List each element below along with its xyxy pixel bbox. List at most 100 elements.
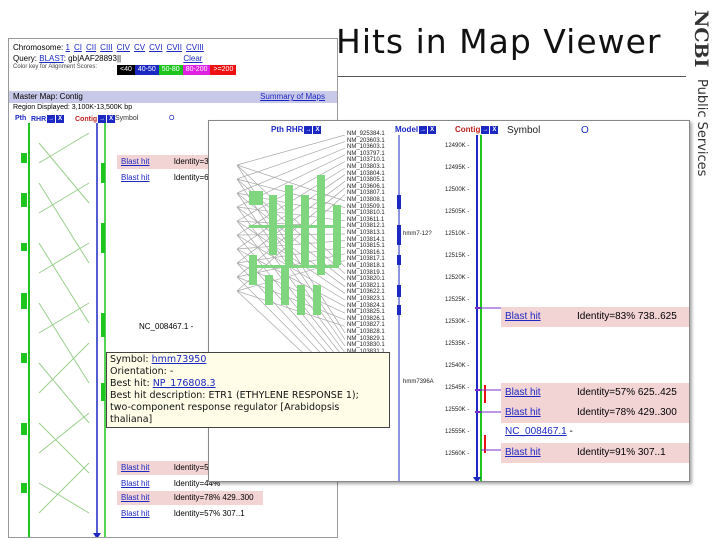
- identity-text: Identity=57% 307..1: [173, 509, 245, 518]
- summary-of-maps-link[interactable]: Summary of Maps: [260, 91, 325, 103]
- ncbi-logo-text: NCBI: [690, 10, 712, 68]
- identity-text: Identity=57% 625..425: [577, 387, 677, 398]
- accession-label[interactable]: NM_103826.1: [347, 316, 385, 322]
- blast-hit-link[interactable]: Blast hit: [505, 443, 577, 463]
- legend-swatch: 50-80: [158, 65, 183, 75]
- chromosome-link[interactable]: CV: [134, 43, 145, 52]
- coordinate-tick: 12505K -: [445, 209, 470, 215]
- blast-hit-link[interactable]: Blast hit: [505, 403, 577, 423]
- accession-label[interactable]: NM_103622.1: [347, 289, 385, 295]
- column-arrow-icon[interactable]: →: [481, 125, 490, 134]
- accession-label[interactable]: NM_103828.1: [347, 329, 385, 335]
- col-pth[interactable]: Pth: [15, 115, 26, 122]
- chromosome-link[interactable]: CIII: [100, 43, 112, 52]
- blast-hit-link[interactable]: Blast hit: [121, 173, 149, 182]
- zoom-col-pth[interactable]: Pth RHR → X: [271, 125, 322, 134]
- accession-label[interactable]: NM_103823.1: [347, 296, 385, 302]
- chromosome-label: Chromosome:: [13, 43, 64, 52]
- chromosome-link[interactable]: CIV: [117, 43, 130, 52]
- blast-hit-link[interactable]: Blast hit: [121, 493, 149, 502]
- zoom-col-model[interactable]: Model → X: [395, 125, 437, 134]
- accession-label[interactable]: NM_103603.1: [347, 144, 385, 150]
- column-arrow-icon[interactable]: →: [419, 125, 428, 134]
- column-arrow-icon[interactable]: →: [98, 115, 107, 123]
- coordinate-tick: 12525K -: [445, 297, 470, 303]
- best-hit-link[interactable]: NP_176808.3: [153, 378, 216, 389]
- zoom-col-contig[interactable]: Contig → X: [455, 125, 499, 134]
- contig-link[interactable]: NC_008467.1: [505, 426, 567, 437]
- accession-label[interactable]: NM_103803.1: [347, 164, 385, 170]
- col-contig[interactable]: Contig → X: [75, 115, 116, 123]
- accession-label[interactable]: NM_103797.1: [347, 151, 385, 157]
- accession-label[interactable]: NM_103810.1: [347, 210, 385, 216]
- column-close-icon[interactable]: X: [56, 115, 65, 123]
- tooltip-symbol-row: Symbol: hmm73950: [110, 354, 207, 365]
- clear-query-link[interactable]: Clear: [183, 54, 202, 63]
- chromosome-link[interactable]: CVI: [149, 43, 162, 52]
- accession-label[interactable]: NM_103807.1: [347, 190, 385, 196]
- blast-hit-link[interactable]: Blast hit: [505, 383, 577, 403]
- symbol-link[interactable]: hmm73950: [152, 354, 207, 365]
- accession-label[interactable]: NM_103824.1: [347, 303, 385, 309]
- color-key-label: Color key for Alignment Scores:: [13, 64, 98, 70]
- accession-label[interactable]: NM_103606.1: [347, 184, 385, 190]
- accession-label[interactable]: NM_103827.1: [347, 322, 385, 328]
- accession-label[interactable]: NM_103830.1: [347, 342, 385, 348]
- accession-label[interactable]: NM_203603.1: [347, 138, 385, 144]
- blast-hit-link[interactable]: Blast hit: [121, 509, 149, 518]
- chromosome-row: Chromosome: 1 CI CII CIII CIV CV CVI CVII CVIII: [13, 43, 208, 52]
- hit-row: Blast hit Identity=57% 307..1: [117, 507, 263, 521]
- legend-swatch: 80-200: [182, 65, 211, 75]
- coordinate-tick: 12510K -: [445, 231, 470, 237]
- column-close-icon[interactable]: X: [313, 125, 322, 134]
- coordinate-tick: 12555K -: [445, 429, 470, 435]
- accession-label[interactable]: NM_103813.1: [347, 230, 385, 236]
- accession-label[interactable]: NM_103817.1: [347, 256, 385, 262]
- coordinate-tick: 12530K -: [445, 319, 470, 325]
- chromosome-link[interactable]: 1: [65, 43, 69, 52]
- accession-label[interactable]: NM_103814.1: [347, 237, 385, 243]
- column-close-icon[interactable]: X: [428, 125, 437, 134]
- coordinate-tick: 12545K -: [445, 385, 470, 391]
- coordinate-tick: 12515K -: [445, 253, 470, 259]
- coordinate-tick: 12550K -: [445, 407, 470, 413]
- accession-label[interactable]: NM_103611.1: [347, 217, 384, 223]
- accession-label[interactable]: NM_103816.1: [347, 250, 385, 256]
- column-arrow-icon[interactable]: →: [304, 125, 313, 134]
- blast-hit-link[interactable]: Blast hit: [121, 479, 149, 488]
- query-value: gb|AAF28893||: [68, 54, 122, 63]
- accession-label[interactable]: NM_103820.1: [347, 276, 385, 282]
- accession-label[interactable]: NM_103808.1: [347, 197, 385, 203]
- blast-hit-link[interactable]: Blast hit: [121, 463, 149, 472]
- accession-label[interactable]: NM_103710.1: [347, 157, 385, 163]
- accession-label[interactable]: NM_103829.1: [347, 336, 385, 342]
- accession-label[interactable]: NM_103812.1: [347, 223, 385, 229]
- chromosome-link[interactable]: CVIII: [186, 43, 204, 52]
- accession-label[interactable]: NM_103509.1: [347, 204, 385, 210]
- coordinate-tick: 12520K -: [445, 275, 470, 281]
- coordinate-tick: 12560K -: [445, 451, 470, 457]
- chromosome-link[interactable]: CII: [86, 43, 96, 52]
- blast-hit-link[interactable]: Blast hit: [121, 157, 149, 166]
- accession-label[interactable]: NM_103819.1: [347, 270, 385, 276]
- accession-label[interactable]: NM_103818.1: [347, 263, 385, 269]
- accession-label[interactable]: NM_103815.1: [347, 243, 385, 249]
- accession-label[interactable]: NM_103825.1: [347, 309, 385, 315]
- column-close-icon[interactable]: X: [107, 115, 116, 123]
- accession-label[interactable]: NM_925384.1: [347, 131, 385, 137]
- coordinate-tick: 12500K -: [445, 187, 470, 193]
- accession-label[interactable]: NM_103821.1: [347, 283, 385, 289]
- column-close-icon[interactable]: X: [490, 125, 499, 134]
- accession-label[interactable]: NM_103804.1: [347, 171, 385, 177]
- col-rhr[interactable]: RHR → X: [31, 115, 65, 123]
- identity-text: Identity=78% 429..300: [577, 407, 677, 418]
- chromosome-link[interactable]: CVII: [166, 43, 182, 52]
- blast-hit-link[interactable]: Blast hit: [505, 307, 577, 327]
- accession-label[interactable]: NM_103805.1: [347, 177, 385, 183]
- blast-query-link[interactable]: BLAST: [39, 54, 63, 63]
- slide-title: Hits in Map Viewer: [336, 22, 662, 61]
- col-o: O: [169, 115, 175, 122]
- zoom-hit-row: Blast hit Identity=57% 625..425: [501, 383, 689, 403]
- column-arrow-icon[interactable]: →: [47, 115, 56, 123]
- chromosome-link[interactable]: CI: [74, 43, 82, 52]
